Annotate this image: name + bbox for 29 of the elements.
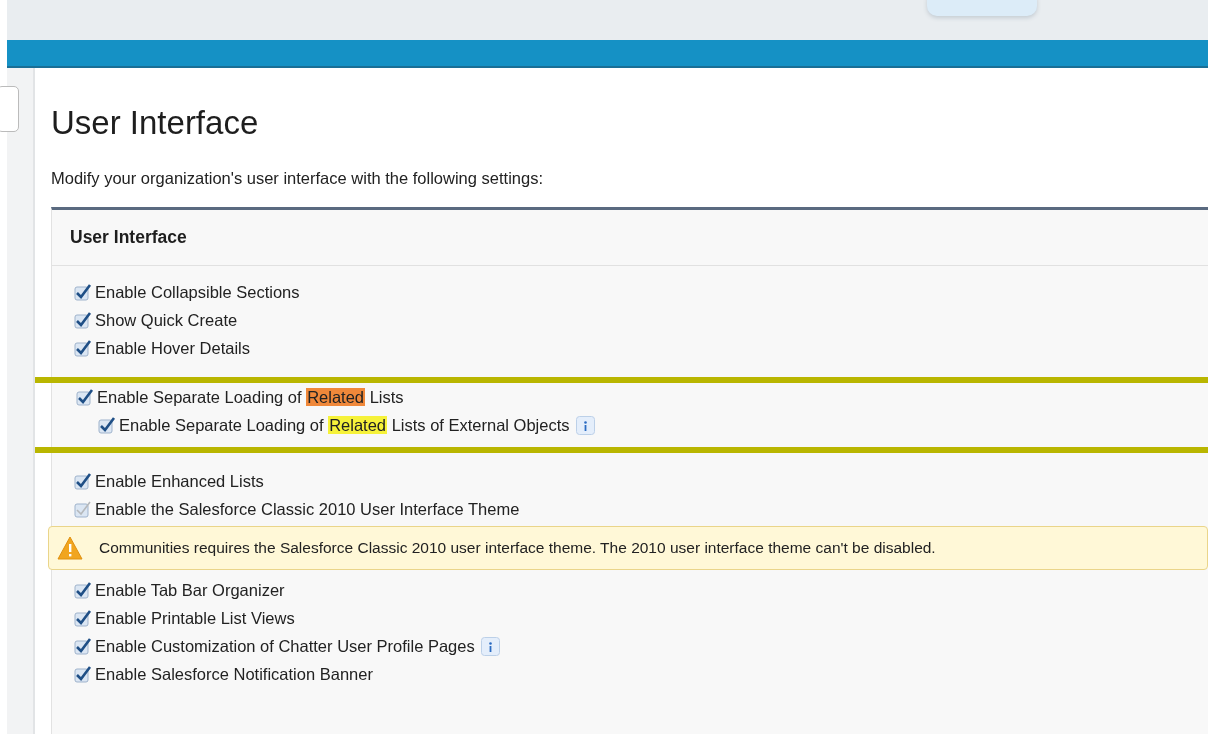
checkbox-label: Enable Printable List Views: [95, 608, 295, 628]
page-description: Modify your organization's user interface with the following settings:: [51, 169, 544, 188]
checkbox-label: Enable Enhanced Lists: [95, 471, 264, 491]
checkbox[interactable]: [74, 472, 92, 490]
section-title: User Interface: [70, 227, 187, 248]
info-icon[interactable]: [575, 415, 595, 435]
checkbox-label: Enable Separate Loading of Related Lists: [97, 387, 404, 407]
checkbox-label: Enable Collapsible Sections: [95, 282, 300, 302]
input-field[interactable]: [0, 86, 19, 132]
checkbox-label: Enable the Salesforce Classic 2010 User Interface Theme: [95, 499, 520, 519]
checkbox[interactable]: [74, 609, 92, 627]
checkbox[interactable]: [74, 581, 92, 599]
checkbox[interactable]: [74, 283, 92, 301]
checkbox-label: Enable Separate Loading of Related Lists of External Objects: [119, 415, 570, 435]
checkbox[interactable]: [76, 388, 94, 406]
checkbox-label: Enable Salesforce Notification Banner: [95, 664, 373, 684]
checkbox[interactable]: [98, 416, 116, 434]
checkbox[interactable]: [74, 311, 92, 329]
warning-message: Communities requires the Salesforce Classic 2010 user interface theme. The 2010 user interface theme can't be disabled.: [99, 539, 936, 557]
warning-icon: [57, 536, 83, 560]
checkbox-label: Enable Customization of Chatter User Profile Pages: [95, 636, 475, 656]
checkbox-label: Show Quick Create: [95, 310, 238, 330]
checkbox-label: Enable Hover Details: [95, 338, 250, 358]
checkbox[interactable]: [74, 637, 92, 655]
checkbox[interactable]: [74, 665, 92, 683]
checkbox-label: Enable Tab Bar Organizer: [95, 580, 285, 600]
checkbox[interactable]: [74, 339, 92, 357]
page-title: User Interface: [51, 104, 260, 142]
info-icon[interactable]: [480, 636, 500, 656]
